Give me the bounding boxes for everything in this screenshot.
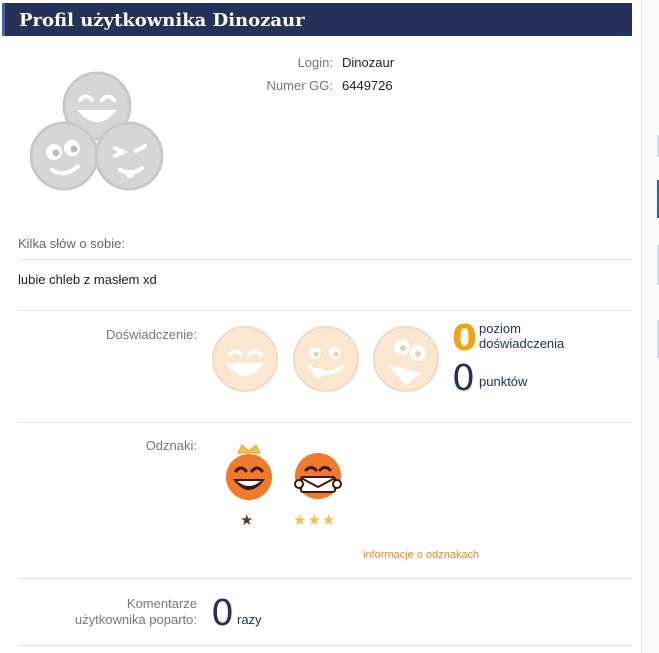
right-edge-strip bbox=[642, 0, 659, 653]
gg-label: Numer GG: bbox=[266, 78, 333, 93]
divider bbox=[18, 578, 632, 579]
badges-info-link[interactable]: informacje o odznakach bbox=[363, 549, 479, 561]
badge-2-stars: ★★★ bbox=[293, 512, 337, 529]
experience-level-caption-2: doświadczenia bbox=[479, 336, 565, 351]
page-title: Profil użytkownika Dinozaur bbox=[19, 10, 305, 31]
divider bbox=[18, 422, 632, 423]
about-label: Kilka słów o sobie: bbox=[18, 236, 125, 251]
default-avatar-icon bbox=[29, 71, 164, 191]
experience-points-caption: punktów bbox=[479, 374, 528, 389]
divider bbox=[18, 645, 632, 646]
about-text: lubie chleb z masłem xd bbox=[18, 272, 157, 287]
experience-level-value: 0 bbox=[452, 318, 478, 359]
badges-label: Odznaki: bbox=[145, 438, 197, 453]
experience-label: Doświadczenie: bbox=[105, 327, 197, 342]
comments-label-line2: użytkownika poparto: bbox=[74, 612, 197, 627]
profile-panel: Profil użytkownika Dinozaur Login: Dinoz… bbox=[0, 0, 642, 653]
experience-points-value: 0 bbox=[452, 358, 475, 399]
divider bbox=[18, 310, 632, 311]
login-label: Login: bbox=[297, 55, 333, 70]
crazy-face-icon bbox=[372, 325, 440, 393]
crowned-laughing-face-icon[interactable] bbox=[222, 441, 276, 501]
comments-value: 0 bbox=[211, 593, 234, 634]
avatar bbox=[29, 70, 165, 195]
badge-1-stars: ★ bbox=[240, 512, 255, 529]
envelope-face-icon[interactable] bbox=[291, 450, 345, 510]
comments-unit: razy bbox=[237, 612, 262, 627]
gg-value: 6449726 bbox=[342, 78, 393, 93]
tongue-face-icon bbox=[292, 325, 360, 393]
laughing-face-icon bbox=[211, 325, 279, 393]
login-value: Dinozaur bbox=[342, 55, 395, 70]
comments-label-line1: Komentarze bbox=[126, 596, 197, 611]
divider bbox=[18, 259, 632, 260]
experience-level-caption-1: poziom bbox=[479, 321, 521, 336]
profile-header: Profil użytkownika Dinozaur bbox=[2, 3, 632, 36]
